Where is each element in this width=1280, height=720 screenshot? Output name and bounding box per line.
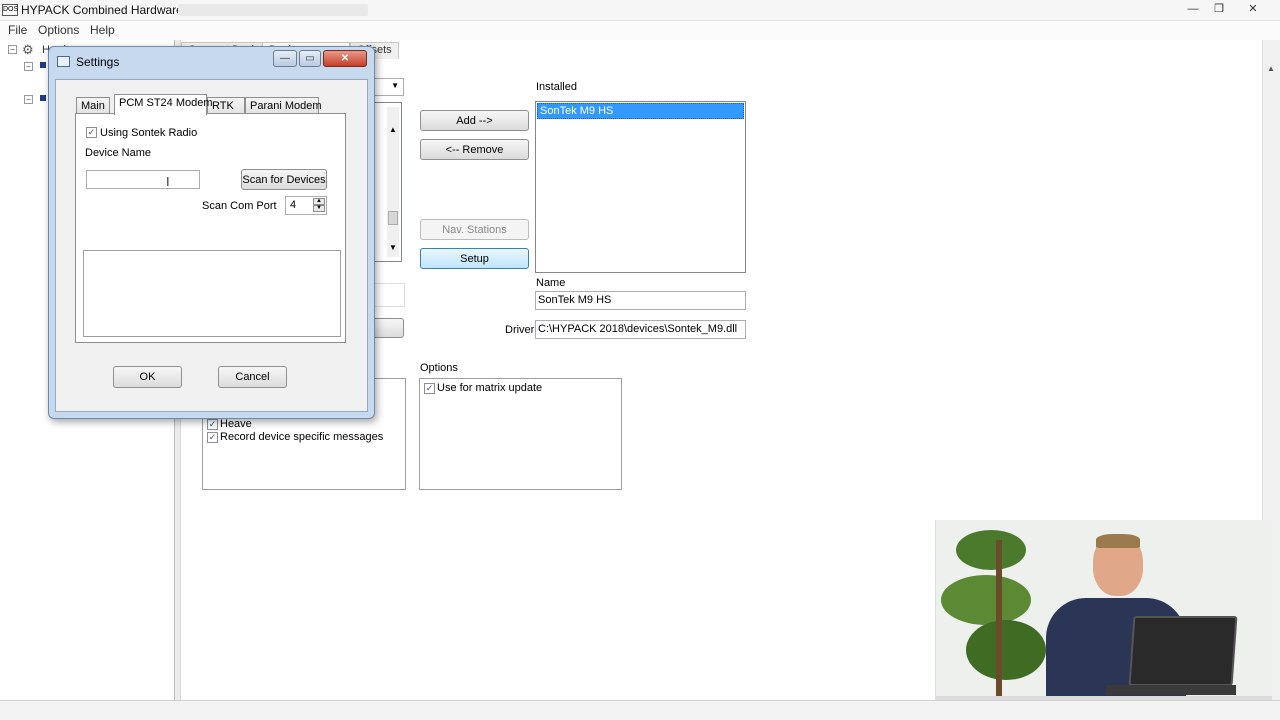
bottom-status-strip: [0, 700, 1280, 720]
scan-com-port-stepper[interactable]: 4 ▲ ▼: [285, 196, 327, 215]
laptop-base: [1106, 685, 1236, 695]
maximize-button[interactable]: ❒: [1206, 2, 1232, 17]
installed-devices-list[interactable]: SonTek M9 HS: [535, 101, 746, 273]
title-suffix-blurred: [178, 4, 368, 16]
presenter-hair: [1096, 534, 1140, 548]
tree-collapse-icon[interactable]: −: [8, 45, 17, 54]
driver-label: Driver: [505, 324, 535, 336]
hardware-root-icon: ⚙: [22, 42, 34, 57]
scan-com-port-value: 4: [290, 199, 297, 211]
cancel-button[interactable]: Cancel: [218, 366, 287, 388]
scroll-down-icon[interactable]: ▼: [389, 243, 397, 252]
close-button[interactable]: ✕: [1240, 2, 1266, 17]
presenter-video: [935, 520, 1272, 710]
chevron-down-icon: ▼: [391, 81, 399, 90]
dialog-maximize-button[interactable]: ▭: [299, 50, 321, 67]
settings-dialog: Settings — ▭ ✕ Main PCM ST24 Modem RTK P…: [48, 46, 375, 419]
spin-up-icon[interactable]: ▲: [313, 198, 325, 205]
tab-page-pcm-st24: ✓ Using Sontek Radio Device Name I Scan …: [75, 113, 346, 343]
scan-com-port-label: Scan Com Port: [202, 200, 277, 212]
dialog-window-icon: [57, 56, 70, 67]
tree-expand-icon[interactable]: −: [24, 95, 33, 104]
menu-bar: File Options Help: [0, 21, 1280, 40]
tree-expand-icon[interactable]: −: [24, 62, 33, 71]
laptop-screen: [1128, 616, 1238, 686]
device-node-icon: [40, 95, 46, 101]
plant-foliage: [966, 620, 1046, 680]
tab-pcm-st24-modem[interactable]: PCM ST24 Modem: [114, 94, 213, 115]
text-cursor-icon: I: [166, 174, 170, 189]
menu-file[interactable]: File: [8, 23, 27, 37]
plant-foliage: [941, 575, 1031, 625]
spin-down-icon[interactable]: ▼: [313, 205, 325, 212]
matrix-update-label: Use for matrix update: [437, 382, 543, 394]
installed-label: Installed: [536, 81, 577, 93]
record-messages-checkbox[interactable]: ✓: [207, 432, 218, 443]
list-item[interactable]: SonTek M9 HS: [537, 103, 744, 119]
device-type-dropdown[interactable]: ▼: [372, 78, 404, 96]
found-devices-list[interactable]: [83, 250, 341, 337]
using-sontek-radio-checkbox[interactable]: ✓: [86, 127, 97, 138]
dialog-title: Settings: [76, 55, 120, 69]
device-name-label: Device Name: [85, 147, 152, 159]
heave-label: Heave: [220, 418, 252, 430]
available-devices-list[interactable]: ▲ ▼: [372, 102, 402, 262]
record-messages-label: Record device specific messages: [220, 431, 384, 443]
hidden-field[interactable]: [372, 283, 405, 307]
options-group: ✓ Use for matrix update: [419, 378, 622, 490]
device-node-icon: [40, 62, 46, 68]
menu-help[interactable]: Help: [90, 23, 115, 37]
setup-button[interactable]: Setup: [420, 248, 529, 269]
dialog-minimize-button[interactable]: —: [273, 50, 297, 67]
ok-button[interactable]: OK: [113, 366, 182, 388]
minimize-button[interactable]: —: [1180, 2, 1206, 17]
heave-checkbox[interactable]: ✓: [207, 419, 218, 430]
plant-trunk: [996, 540, 1002, 710]
remove-device-button[interactable]: <-- Remove: [420, 139, 529, 160]
dialog-close-button[interactable]: ✕: [323, 50, 367, 67]
scroll-up-icon[interactable]: ▲: [389, 125, 397, 134]
device-name-input[interactable]: [86, 170, 200, 189]
options-label: Options: [420, 362, 458, 374]
using-sontek-radio-label: Using Sontek Radio: [100, 127, 198, 139]
hidden-button[interactable]: [372, 318, 404, 338]
scan-for-devices-button[interactable]: Scan for Devices: [241, 169, 327, 190]
list-scrollbar[interactable]: ▲ ▼: [387, 107, 399, 257]
nav-stations-button[interactable]: Nav. Stations: [420, 219, 529, 240]
main-title-bar: DOS HYPACK Combined Hardware — ❒ ✕: [0, 0, 1280, 21]
app-icon: DOS: [2, 4, 18, 16]
plant-foliage: [956, 530, 1026, 570]
window-title: HYPACK Combined Hardware: [21, 3, 183, 17]
add-device-button[interactable]: Add -->: [420, 110, 529, 131]
name-label: Name: [536, 277, 566, 289]
scroll-thumb[interactable]: [388, 211, 398, 225]
driver-path-field[interactable]: C:\HYPACK 2018\devices\Sontek_M9.dll: [535, 320, 746, 339]
menu-options[interactable]: Options: [38, 23, 79, 37]
scroll-up-icon[interactable]: ▲: [1267, 64, 1275, 73]
device-name-field[interactable]: SonTek M9 HS: [535, 291, 746, 310]
matrix-update-checkbox[interactable]: ✓: [424, 383, 435, 394]
